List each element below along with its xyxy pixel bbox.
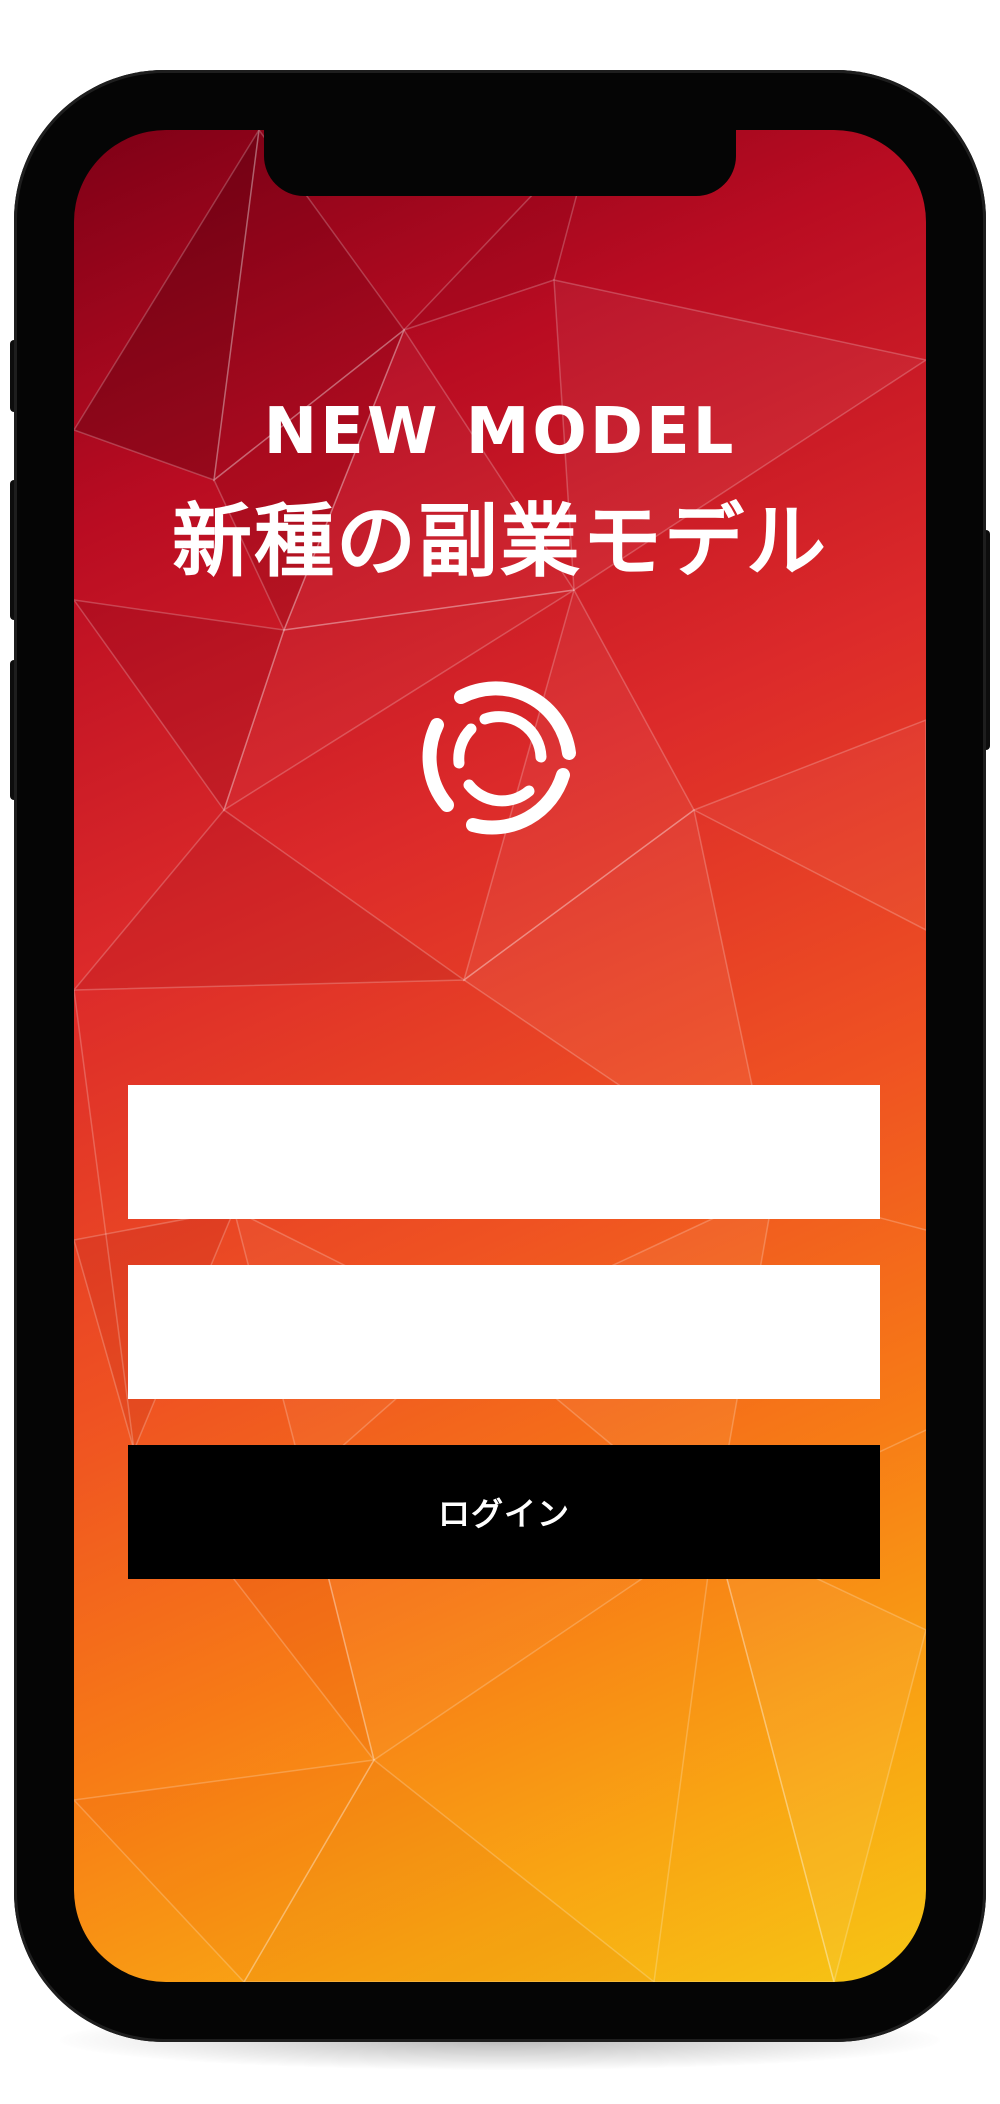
notch	[264, 130, 736, 196]
username-input[interactable]	[128, 1085, 880, 1219]
login-button[interactable]: ログイン	[128, 1445, 880, 1579]
headline-japanese: 新種の副業モデル	[172, 495, 828, 588]
phone-screen: NEW MODEL 新種の副業モデル ログイン	[74, 130, 926, 1982]
password-input[interactable]	[128, 1265, 880, 1399]
headline-english: NEW MODEL	[263, 395, 737, 469]
device-mockup-stage: NEW MODEL 新種の副業モデル ログイン	[0, 0, 1000, 2104]
swirl-logo-icon	[422, 681, 576, 835]
